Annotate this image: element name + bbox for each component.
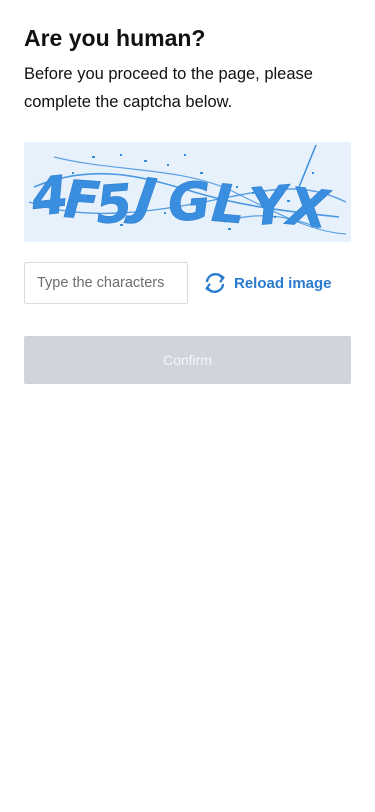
captcha-controls: Reload image [24,262,351,304]
page-description: Before you proceed to the page, please c… [24,65,313,111]
captcha-page: Are you human? Before you proceed to the… [0,0,375,812]
svg-text:5: 5 [94,174,134,236]
reload-image-label: Reload image [234,274,332,292]
svg-text:G: G [167,172,213,234]
confirm-button[interactable]: Confirm [24,336,351,384]
captcha-image: 4 F 5 J G L Y X [24,142,351,242]
page-title: Are you human? [24,25,206,51]
refresh-icon [202,270,228,296]
captcha-input[interactable] [24,262,188,304]
captcha-image-graphic: 4 F 5 J G L Y X [28,144,347,242]
svg-text:L: L [209,174,247,237]
reload-image-button[interactable]: Reload image [202,262,332,304]
